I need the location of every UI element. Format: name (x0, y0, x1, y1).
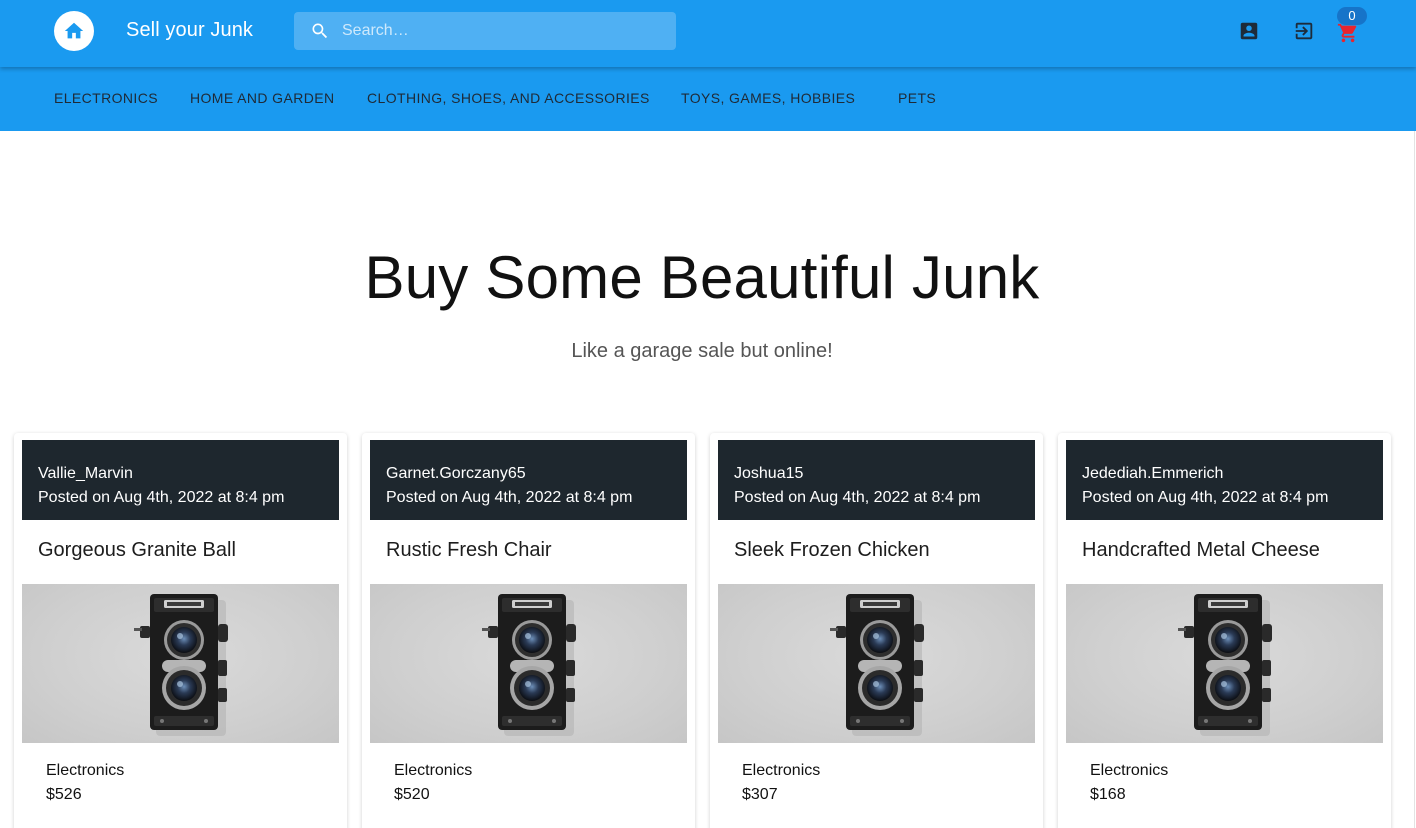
listing-image[interactable] (22, 584, 339, 743)
category-link-clothing[interactable]: Clothing, Shoes, and Accessories (367, 90, 650, 106)
listing-category: Electronics (46, 762, 125, 779)
category-nav: Electronics Home and Garden Clothing, Sh… (0, 67, 1416, 131)
listing-image[interactable] (1066, 584, 1383, 743)
listing-category: Electronics (1090, 762, 1169, 779)
listing-title[interactable]: Handcrafted Metal Cheese (1082, 539, 1320, 562)
listing-seller[interactable]: Garnet.Gorczany65 (386, 465, 526, 483)
category-link-electronics[interactable]: Electronics (54, 90, 158, 106)
cart-button[interactable] (1337, 22, 1359, 44)
listing-seller[interactable]: Vallie_Marvin (38, 465, 133, 483)
listing-price: $168 (1090, 786, 1126, 803)
listing-seller[interactable]: Jedediah.Emmerich (1082, 465, 1223, 483)
account-icon (1240, 22, 1258, 40)
account-button[interactable] (1238, 20, 1260, 42)
listing-title[interactable]: Sleek Frozen Chicken (734, 539, 930, 562)
app-bar: Sell your Junk 0 (0, 0, 1416, 67)
listing-price: $307 (742, 786, 778, 803)
home-button[interactable] (54, 11, 94, 51)
listing-seller[interactable]: Joshua15 (734, 465, 803, 483)
listing-posted-date: Posted on Aug 4th, 2022 at 8:4 pm (1082, 489, 1329, 506)
listing-image[interactable] (718, 584, 1035, 743)
listing-posted-date: Posted on Aug 4th, 2022 at 8:4 pm (38, 489, 285, 506)
search-icon (312, 23, 328, 39)
listing-card-header: Jedediah.Emmerich Posted on Aug 4th, 202… (1066, 440, 1383, 520)
camera-image (830, 594, 924, 736)
listing-image[interactable] (370, 584, 687, 743)
listing-card[interactable]: Joshua15 Posted on Aug 4th, 2022 at 8:4 … (710, 433, 1043, 828)
hero-title: Buy Some Beautiful Junk (364, 244, 1040, 311)
cart-icon (1337, 23, 1357, 43)
login-button[interactable] (1293, 20, 1315, 42)
listing-title[interactable]: Rustic Fresh Chair (386, 539, 552, 562)
category-link-home-and-garden[interactable]: Home and Garden (190, 90, 334, 106)
listing-category: Electronics (394, 762, 473, 779)
camera-image (1178, 594, 1272, 736)
page-edge-divider (1414, 131, 1415, 828)
category-link-toys[interactable]: Toys, Games, Hobbies (681, 90, 855, 106)
home-icon (64, 22, 84, 39)
site-brand[interactable]: Sell your Junk (126, 19, 253, 42)
listing-card[interactable]: Garnet.Gorczany65 Posted on Aug 4th, 202… (362, 433, 695, 828)
listing-card-header: Garnet.Gorczany65 Posted on Aug 4th, 202… (370, 440, 687, 520)
listing-card[interactable]: Vallie_Marvin Posted on Aug 4th, 2022 at… (14, 433, 347, 828)
listing-title[interactable]: Gorgeous Granite Ball (38, 539, 236, 562)
listing-price: $526 (46, 786, 82, 803)
search-box (294, 12, 676, 50)
listing-card[interactable]: Jedediah.Emmerich Posted on Aug 4th, 202… (1058, 433, 1391, 828)
category-link-pets[interactable]: Pets (898, 90, 936, 106)
listing-card-header: Joshua15 Posted on Aug 4th, 2022 at 8:4 … (718, 440, 1035, 520)
hero-subtitle: Like a garage sale but online! (571, 340, 833, 362)
listing-posted-date: Posted on Aug 4th, 2022 at 8:4 pm (386, 489, 633, 506)
listing-price: $520 (394, 786, 430, 803)
listing-posted-date: Posted on Aug 4th, 2022 at 8:4 pm (734, 489, 981, 506)
login-icon (1295, 22, 1313, 40)
search-input[interactable] (342, 12, 662, 50)
listing-category: Electronics (742, 762, 821, 779)
camera-image (482, 594, 576, 736)
listing-card-header: Vallie_Marvin Posted on Aug 4th, 2022 at… (22, 440, 339, 520)
camera-image (134, 594, 228, 736)
